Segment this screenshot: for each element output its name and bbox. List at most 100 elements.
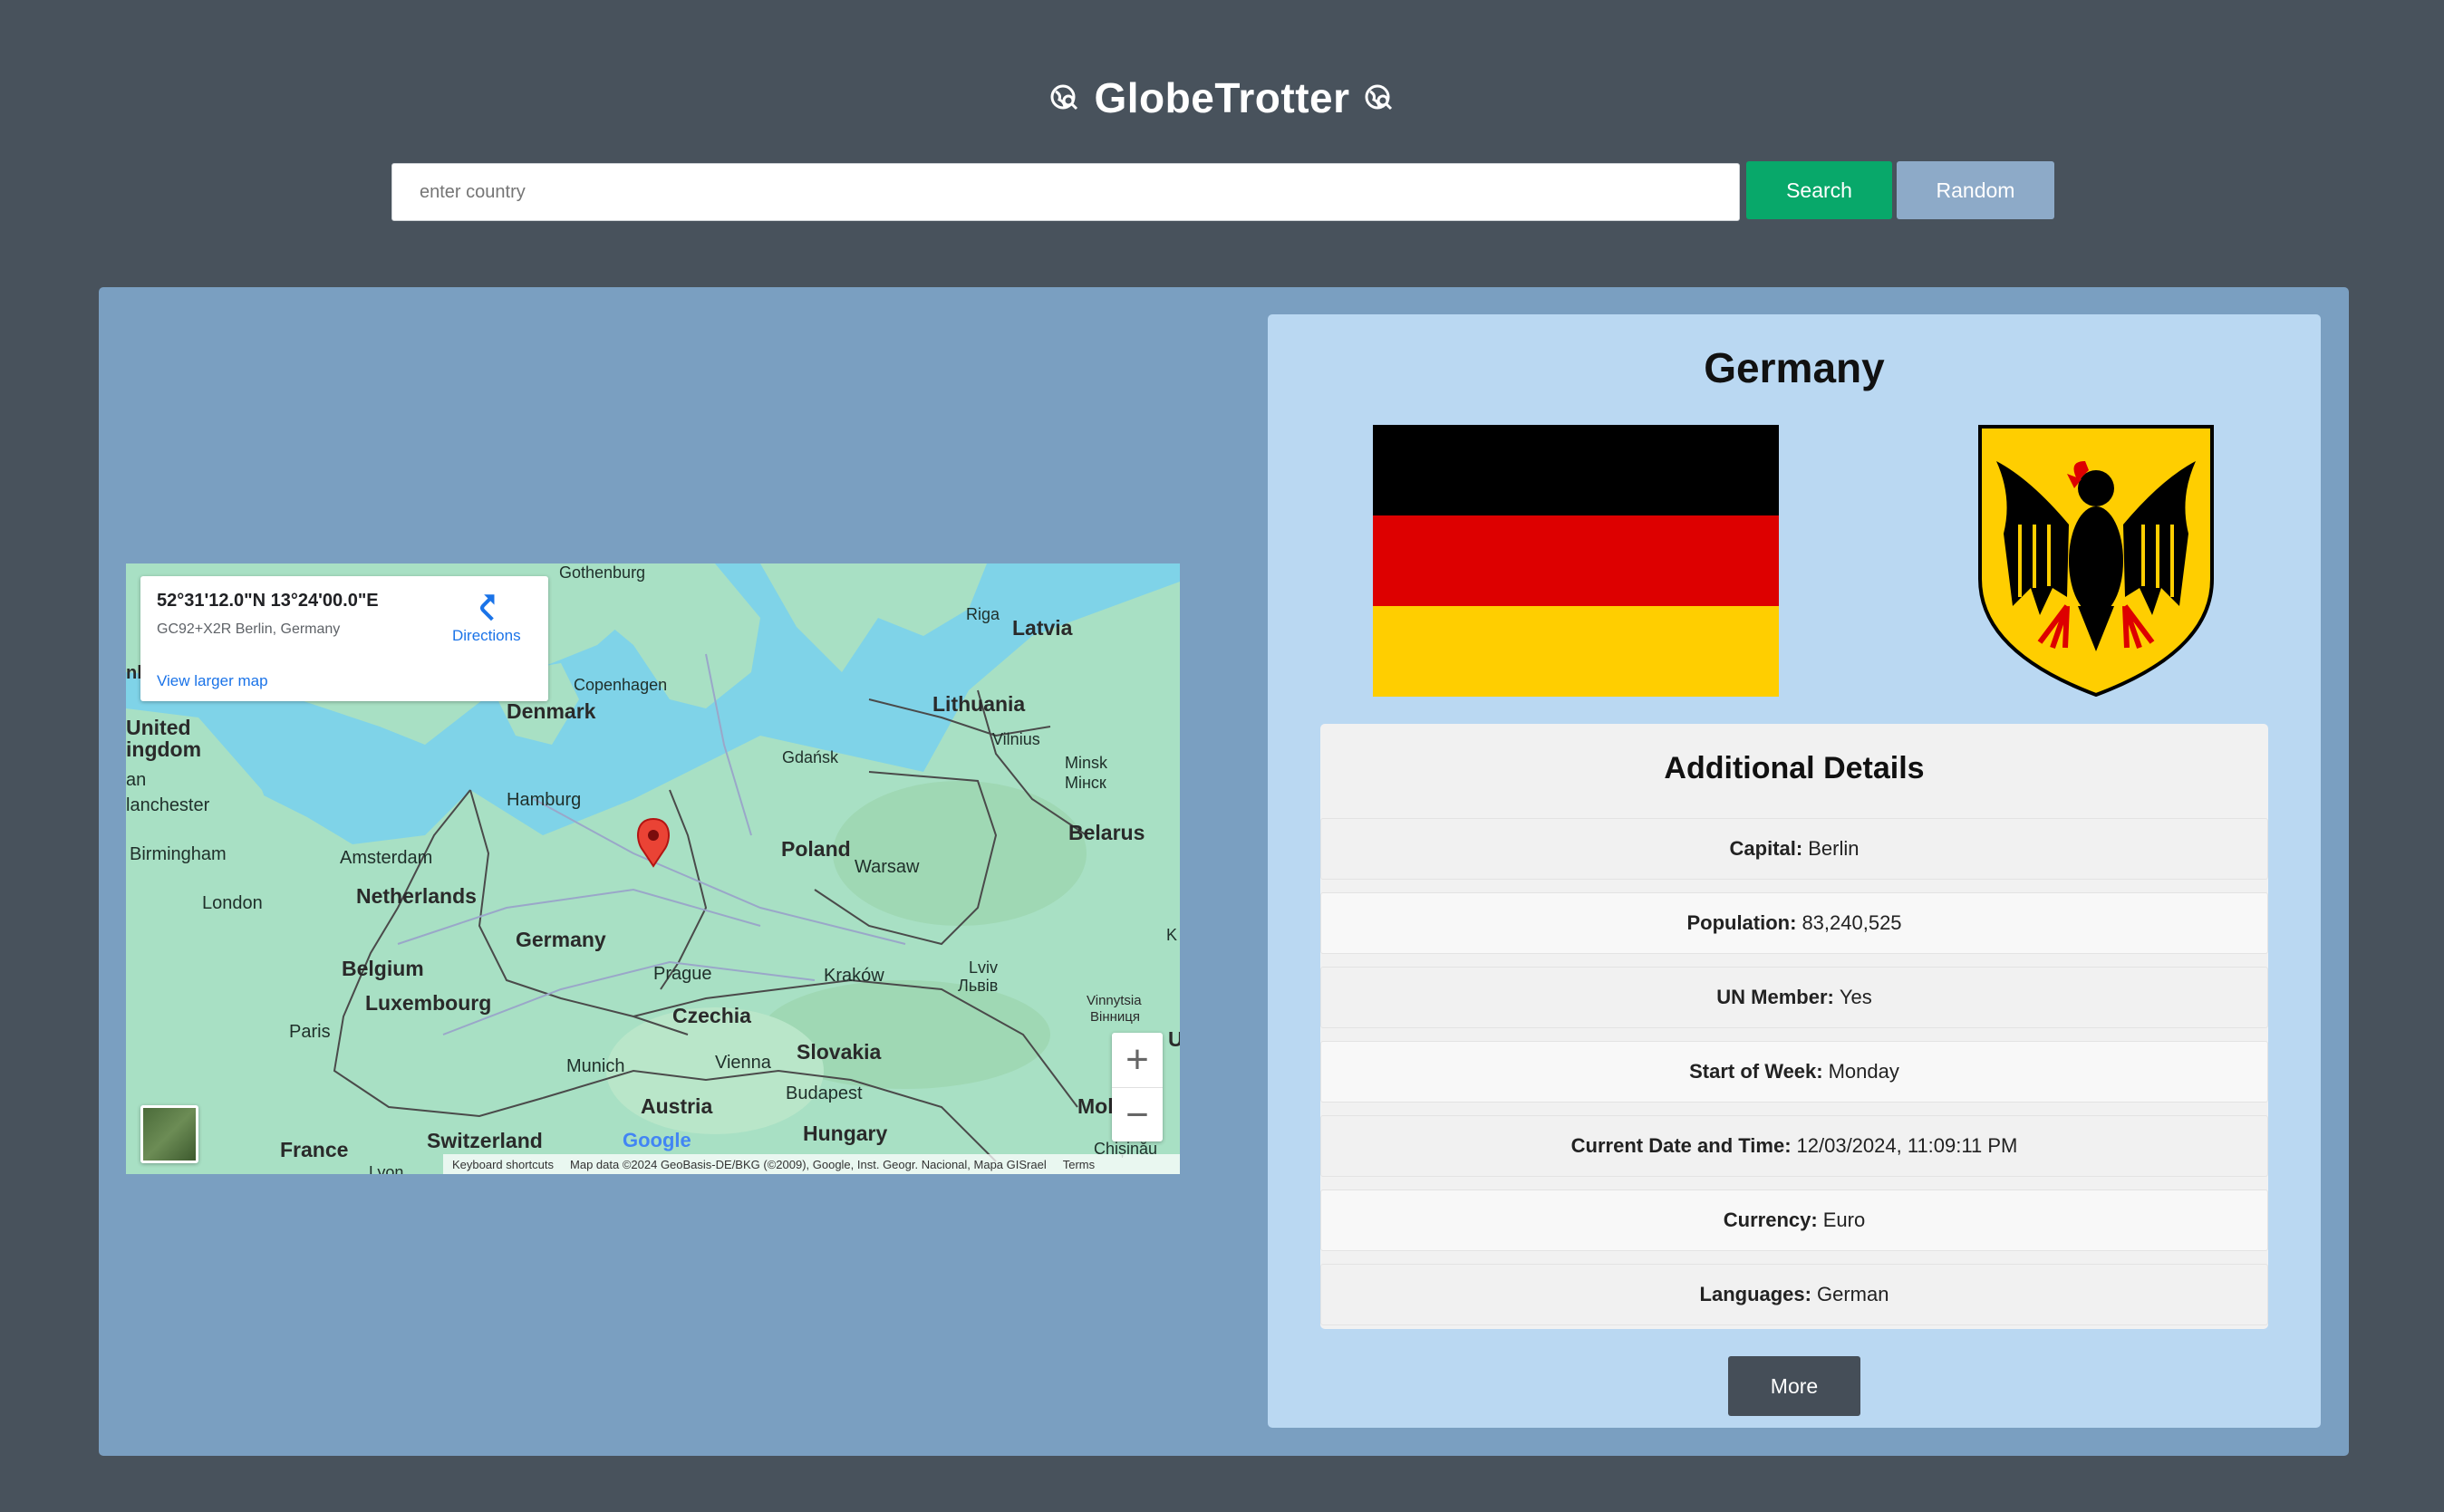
detail-row-currency: Currency: Euro	[1320, 1189, 2268, 1251]
more-button[interactable]: More	[1728, 1356, 1860, 1416]
map-label: Вінниця	[1090, 1009, 1140, 1025]
detail-row-languages: Languages: German	[1320, 1264, 2268, 1325]
google-logo: Google	[623, 1129, 691, 1152]
country-search-input[interactable]	[391, 163, 1740, 221]
map-label: London	[202, 893, 263, 913]
detail-key: Current Date and Time:	[1570, 1134, 1792, 1157]
detail-value: Monday	[1828, 1060, 1899, 1083]
flag-stripe	[1373, 515, 1779, 606]
map-coordinates: 52°31'12.0"N 13°24'00.0"E	[157, 591, 379, 611]
map-label: United	[126, 716, 191, 739]
directions-icon[interactable]	[471, 591, 502, 621]
map-label: Gdańsk	[782, 748, 839, 766]
map-label: Munich	[566, 1056, 625, 1076]
random-button[interactable]: Random	[1897, 161, 2054, 219]
zoom-out-button[interactable]: −	[1112, 1087, 1163, 1142]
map-label: Prague	[653, 964, 712, 984]
coat-of-arms-icon	[1978, 425, 2214, 697]
map-label: Denmark	[507, 699, 596, 723]
detail-key: Capital:	[1729, 837, 1803, 860]
map-label: lanchester	[126, 795, 210, 815]
map-label: K	[1166, 926, 1178, 944]
map-label: Мінск	[1065, 774, 1106, 792]
map-label: Amsterdam	[340, 848, 433, 868]
map-footer: Keyboard shortcuts Map data ©2024 GeoBas…	[443, 1154, 1180, 1174]
map-label: Minsk	[1065, 754, 1108, 772]
map-label: Lithuania	[932, 692, 1026, 716]
detail-value: 83,240,525	[1802, 911, 1902, 934]
country-info-panel: Germany Additional Details Capital: Berl…	[1268, 314, 2321, 1428]
map-label: Paris	[289, 1022, 331, 1042]
detail-row-capital: Capital: Berlin	[1320, 818, 2268, 880]
map-label: Vilnius	[992, 730, 1040, 748]
map-label: Netherlands	[356, 884, 477, 908]
globe-search-icon	[1365, 84, 1392, 111]
map-layer-toggle[interactable]	[140, 1105, 198, 1163]
detail-key: Start of Week:	[1689, 1060, 1823, 1083]
map-label: Gothenburg	[559, 563, 646, 582]
detail-key: Currency:	[1723, 1209, 1818, 1231]
map-label: France	[280, 1138, 349, 1161]
map-label: Copenhagen	[574, 676, 668, 694]
map-label: Czechia	[672, 1004, 751, 1027]
map-label: Germany	[516, 928, 606, 951]
details-title: Additional Details	[1664, 751, 1925, 785]
detail-key: Languages:	[1699, 1283, 1811, 1305]
map-address: GC92+X2R Berlin, Germany	[157, 621, 341, 637]
map-info-card: 52°31'12.0"N 13°24'00.0"E GC92+X2R Berli…	[140, 576, 548, 701]
keyboard-shortcuts-link[interactable]: Keyboard shortcuts	[452, 1158, 554, 1171]
map-label: an	[126, 770, 147, 790]
map-label: Hamburg	[507, 790, 582, 810]
map-label: Latvia	[1012, 616, 1073, 640]
app-header: GlobeTrotter	[0, 71, 2444, 125]
google-logo-text: Google	[623, 1129, 691, 1151]
map-label: Lviv	[969, 958, 999, 977]
detail-value: Euro	[1822, 1209, 1866, 1231]
map-label: U	[1168, 1027, 1180, 1051]
map-label: Switzerland	[427, 1129, 543, 1152]
map-label: Lyon	[369, 1163, 404, 1174]
map-label: Львів	[958, 977, 999, 995]
detail-value: German	[1816, 1283, 1889, 1305]
country-name: Germany	[1704, 344, 1885, 391]
detail-row-start-of-week: Start of Week: Monday	[1320, 1041, 2268, 1103]
map-label: Luxembourg	[365, 991, 492, 1015]
view-larger-map-link[interactable]: View larger map	[157, 672, 268, 690]
map-label: Belgium	[342, 957, 424, 980]
detail-row-un-member: UN Member: Yes	[1320, 967, 2268, 1028]
map-label: Riga	[966, 605, 1000, 623]
map-label: Hungary	[803, 1122, 888, 1145]
flag-stripe	[1373, 425, 1779, 515]
flag-stripe	[1373, 606, 1779, 697]
map-label: Vinnytsia	[1087, 993, 1142, 1008]
directions-link[interactable]: Directions	[452, 627, 521, 645]
map-label: Kraków	[824, 966, 884, 986]
additional-details-card: Additional Details Capital: Berlin Popul…	[1320, 724, 2268, 1329]
country-flag	[1373, 425, 1779, 697]
app-title: GlobeTrotter	[1094, 74, 1350, 121]
detail-key: Population:	[1686, 911, 1797, 934]
map-data-attribution: Map data ©2024 GeoBasis-DE/BKG (©2009), …	[570, 1157, 1047, 1171]
zoom-controls: + −	[1112, 1033, 1163, 1141]
map-label: Warsaw	[855, 857, 920, 877]
map-label: Budapest	[786, 1083, 863, 1103]
globe-search-icon	[1050, 84, 1078, 111]
detail-key: UN Member:	[1716, 986, 1834, 1008]
detail-row-datetime: Current Date and Time: 12/03/2024, 11:09…	[1320, 1115, 2268, 1177]
map-label: Belarus	[1068, 821, 1145, 844]
map-label: Austria	[641, 1094, 713, 1118]
embedded-map[interactable]: Gothenburg Riga Latvia Copenhagen Denmar…	[126, 563, 1180, 1174]
zoom-in-button[interactable]: +	[1112, 1033, 1163, 1087]
map-label: Birmingham	[130, 844, 227, 864]
detail-row-population: Population: 83,240,525	[1320, 892, 2268, 954]
search-button[interactable]: Search	[1746, 161, 1892, 219]
detail-value: Yes	[1839, 986, 1872, 1008]
detail-value: 12/03/2024, 11:09:11 PM	[1796, 1134, 2018, 1157]
map-label: Vienna	[715, 1053, 771, 1073]
detail-value: Berlin	[1808, 837, 1860, 860]
map-label: Poland	[781, 837, 851, 861]
map-label: ingdom	[126, 737, 202, 761]
map-label: Mol	[1077, 1094, 1114, 1118]
map-label: Slovakia	[797, 1040, 882, 1064]
terms-link[interactable]: Terms	[1063, 1158, 1095, 1171]
